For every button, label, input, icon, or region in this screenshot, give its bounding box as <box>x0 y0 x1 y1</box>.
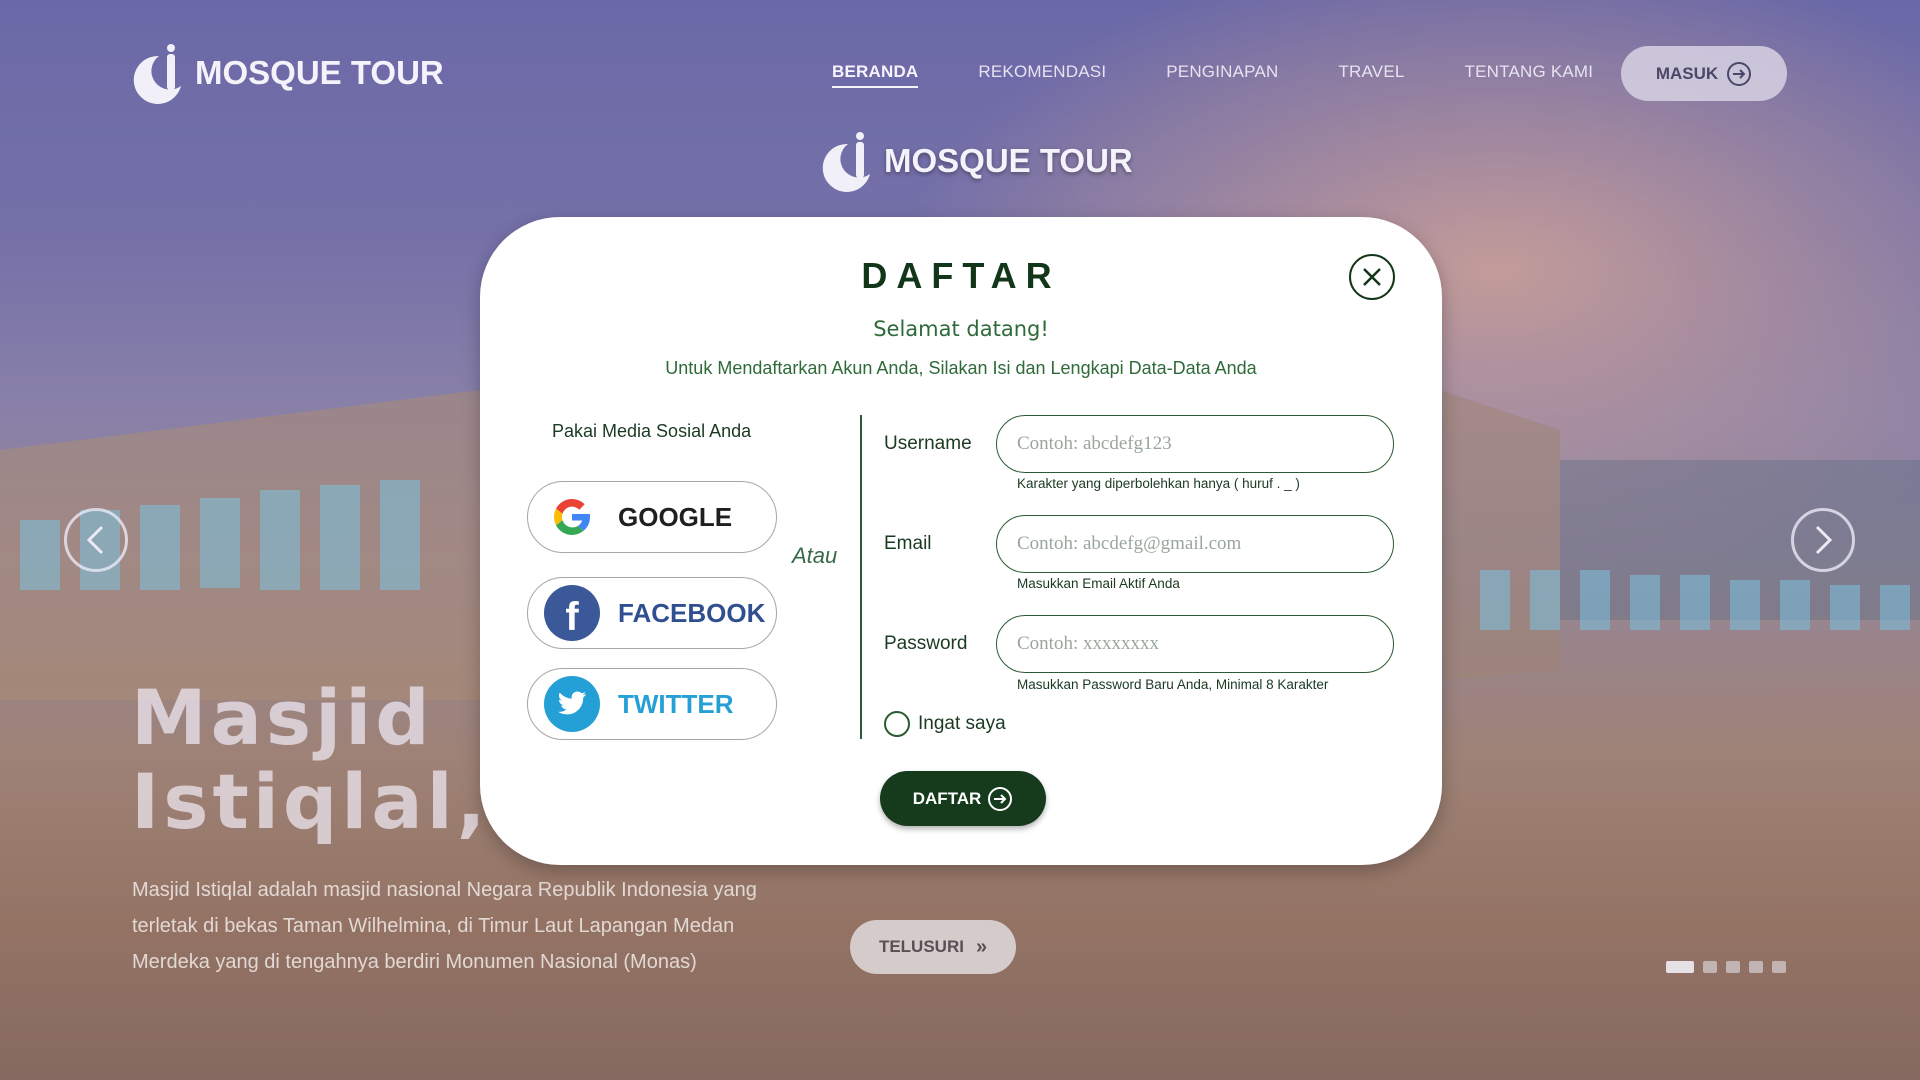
modal-subtitle: Untuk Mendaftarkan Akun Anda, Silakan Is… <box>665 358 1257 378</box>
twitter-signup-button[interactable]: TWITTER <box>527 668 777 740</box>
modal-brand-name: MOSQUE TOUR <box>884 142 1133 179</box>
hero-description: Masjid Istiqlal adalah masjid nasional N… <box>132 879 757 973</box>
google-signup-button[interactable]: GOOGLE <box>527 481 777 553</box>
chevron-left-icon <box>86 525 104 555</box>
twitter-icon <box>544 676 600 732</box>
register-arrow-icon <box>988 786 1013 811</box>
carousel-dot[interactable] <box>1726 961 1740 973</box>
twitter-label: TWITTER <box>618 688 734 719</box>
password-input[interactable]: Contoh: xxxxxxxx <box>996 615 1394 673</box>
carousel-next-button[interactable] <box>1791 508 1855 572</box>
nav-item-travel[interactable]: TRAVEL <box>1338 62 1404 88</box>
explore-button[interactable]: TELUSURI » <box>850 920 1016 974</box>
login-button[interactable]: MASUK <box>1621 46 1787 101</box>
password-hint: Masukkan Password Baru Anda, Minimal 8 K… <box>1017 677 1329 692</box>
email-label: Email <box>884 533 932 554</box>
remember-me-label: Ingat saya <box>918 713 1006 734</box>
username-label: Username <box>884 433 972 454</box>
facebook-label: FACEBOOK <box>618 597 766 628</box>
brand-name: MOSQUE TOUR <box>195 54 444 91</box>
carousel-dot[interactable] <box>1749 961 1763 973</box>
username-input[interactable]: Contoh: abcdefg123 <box>996 415 1394 473</box>
register-submit-label: DAFTAR <box>912 788 982 808</box>
carousel-indicators <box>1666 961 1786 973</box>
modal-title: DAFTAR <box>861 255 1061 296</box>
password-label: Password <box>884 633 968 654</box>
modal-brand-logo: MOSQUE TOUR <box>820 128 1133 194</box>
social-login-label: Pakai Media Sosial Anda <box>552 421 752 441</box>
nav-item-rekomendasi[interactable]: REKOMENDASI <box>978 62 1106 88</box>
site-logo[interactable]: MOSQUE TOUR <box>131 40 444 106</box>
google-label: GOOGLE <box>618 501 733 532</box>
nav-item-beranda[interactable]: BERANDA <box>832 62 919 88</box>
carousel-dot[interactable] <box>1666 961 1694 973</box>
remember-me-option[interactable]: Ingat saya <box>884 711 1006 737</box>
email-input[interactable]: Contoh: abcdefg@gmail.com <box>996 515 1394 573</box>
explore-button-label: TELUSURI <box>878 937 964 956</box>
carousel-dot[interactable] <box>1772 961 1786 973</box>
google-icon <box>544 489 600 545</box>
nav-item-tentang-kami[interactable]: TENTANG KAMI <box>1465 62 1594 88</box>
username-hint: Karakter yang diperbolehkan hanya ( huru… <box>1017 476 1300 491</box>
register-modal: DAFTAR Selamat datang! Untuk Mendaftarka… <box>480 217 1442 865</box>
facebook-icon: f <box>544 585 600 641</box>
vertical-divider <box>860 415 862 739</box>
nav-item-penginapan[interactable]: PENGINAPAN <box>1166 62 1278 88</box>
register-submit-button[interactable]: DAFTAR <box>880 771 1046 826</box>
close-icon <box>1363 268 1381 286</box>
carousel-prev-button[interactable] <box>64 508 128 572</box>
mosque-logo-icon <box>133 44 181 104</box>
remember-me-radio[interactable] <box>884 711 910 737</box>
facebook-signup-button[interactable]: f FACEBOOK <box>527 577 777 649</box>
mosque-logo-icon <box>822 132 870 192</box>
login-button-label: MASUK <box>1655 63 1719 83</box>
login-arrow-icon <box>1727 61 1752 86</box>
close-button[interactable] <box>1349 254 1395 300</box>
welcome-text: Selamat datang! <box>873 317 1049 341</box>
carousel-dot[interactable] <box>1703 961 1717 973</box>
double-chevron-right-icon: » <box>975 935 988 958</box>
main-nav: BERANDA REKOMENDASI PENGINAPAN TRAVEL TE… <box>832 62 1593 88</box>
email-hint: Masukkan Email Aktif Anda <box>1017 576 1180 591</box>
chevron-right-icon <box>1815 525 1833 555</box>
or-separator-text: Atau <box>792 543 838 568</box>
